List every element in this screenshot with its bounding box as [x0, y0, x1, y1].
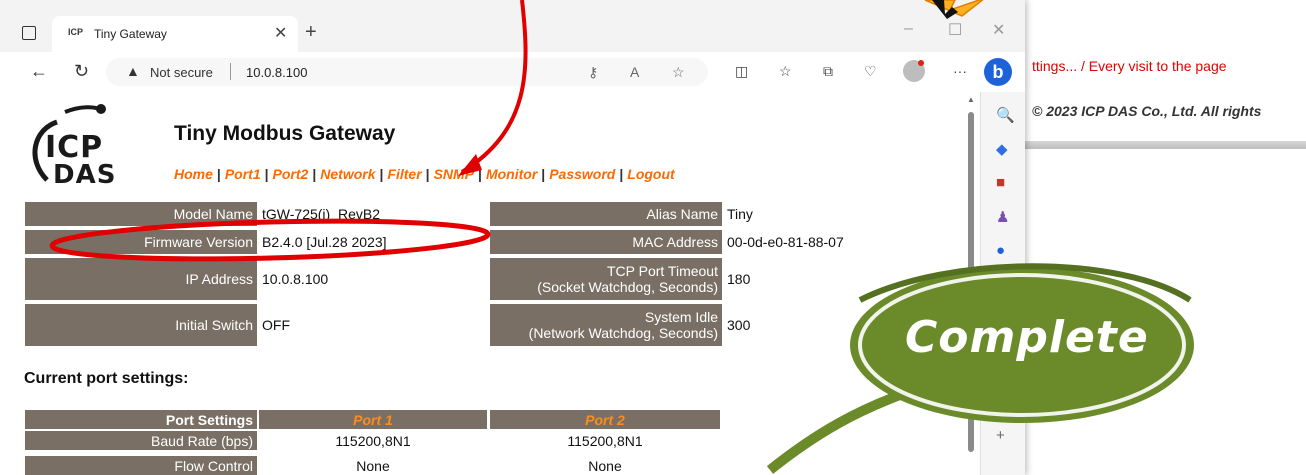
toolbar: ← ↻ ▲ Not secure 10.0.8.100 ⚷ A ☆ ◫ ☆ ⧉ …: [0, 52, 1025, 93]
tab-actions-icon[interactable]: [22, 26, 36, 40]
nav-filter[interactable]: Filter: [387, 166, 421, 182]
system-idle-label-line1: System Idle: [644, 309, 718, 325]
key-icon[interactable]: ⚷: [588, 64, 598, 81]
nav-monitor[interactable]: Monitor: [486, 166, 537, 182]
flow-control-port1: None: [259, 456, 487, 475]
icpdas-logo: ICP DAS: [25, 100, 135, 190]
scroll-thumb[interactable]: [968, 112, 974, 452]
firmware-version-value: B2.4.0 [Jul.28 2023]: [262, 234, 387, 250]
tcp-timeout-label-line1: TCP Port Timeout: [606, 263, 718, 279]
port-settings-header: Port Settings: [25, 410, 257, 429]
system-idle-value: 300: [727, 317, 751, 333]
nav-network[interactable]: Network: [320, 166, 375, 182]
model-name-value: tGW-725(i)_RevB2: [262, 206, 381, 222]
add-sidebar-icon[interactable]: +: [996, 427, 1005, 444]
more-menu-icon[interactable]: ···: [953, 63, 967, 79]
shopping-icon[interactable]: ◆: [996, 140, 1008, 158]
model-name-label: Model Name: [25, 202, 257, 226]
search-icon[interactable]: 🔍: [996, 106, 1015, 124]
browser-essentials-icon[interactable]: ♡: [864, 63, 877, 80]
read-aloud-icon[interactable]: A: [630, 64, 639, 80]
address-bar[interactable]: ▲ Not secure 10.0.8.100 ⚷ A ☆: [106, 58, 708, 86]
tab-title: Tiny Gateway: [94, 27, 167, 41]
logo-text-bottom: DAS: [53, 160, 117, 190]
nav-port2[interactable]: Port2: [273, 166, 309, 182]
collections-icon[interactable]: ⧉: [823, 63, 833, 80]
tools-icon[interactable]: ■: [996, 174, 1005, 191]
tcp-timeout-label-line2: (Socket Watchdog, Seconds): [537, 279, 718, 295]
port2-header: Port 2: [490, 410, 720, 429]
tcp-timeout-value: 180: [727, 271, 751, 287]
nav-home[interactable]: Home: [174, 166, 213, 182]
url-text[interactable]: 10.0.8.100: [246, 65, 307, 80]
initial-switch-value: OFF: [262, 317, 290, 333]
baud-rate-port2: 115200,8N1: [490, 431, 720, 450]
nav-snmp[interactable]: SNMP: [434, 166, 474, 182]
copilot-icon[interactable]: b: [984, 58, 1012, 86]
initial-switch-label: Initial Switch: [25, 304, 257, 346]
baud-rate-label: Baud Rate (bps): [25, 431, 257, 450]
flow-control-label: Flow Control: [25, 456, 257, 475]
ip-address-value: 10.0.8.100: [262, 271, 329, 287]
background-page-copyright: © 2023 ICP DAS Co., Ltd. All rights: [1032, 103, 1262, 119]
new-tab-button[interactable]: +: [305, 21, 317, 44]
not-secure-label[interactable]: Not secure: [150, 65, 213, 80]
minimize-button[interactable]: –: [904, 20, 913, 38]
nav-menu: Home | Port1 | Port2 | Network | Filter | SNMP | Mon…: [174, 166, 675, 182]
split-screen-icon[interactable]: ◫: [735, 63, 748, 80]
tcp-timeout-label: TCP Port Timeout (Socket Watchdog, Secon…: [490, 258, 722, 300]
maximize-button[interactable]: ☐: [948, 20, 962, 40]
nav-password[interactable]: Password: [549, 166, 615, 182]
browser-tab[interactable]: ICP Tiny Gateway ✕: [52, 16, 298, 52]
system-idle-label-line2: (Network Watchdog, Seconds): [528, 325, 718, 341]
title-bar: ICP Tiny Gateway ✕ + – ☐ ✕: [0, 0, 1025, 52]
complete-label: Complete: [905, 312, 1149, 363]
warning-icon[interactable]: ▲: [126, 63, 140, 79]
mac-address-value: 00-0d-e0-81-88-07: [727, 234, 844, 250]
port1-header: Port 1: [259, 410, 487, 429]
flow-control-port2: None: [490, 456, 720, 475]
nav-logout[interactable]: Logout: [627, 166, 674, 182]
alias-name-label: Alias Name: [490, 202, 722, 226]
tab-close-icon[interactable]: ✕: [274, 23, 287, 43]
microsoft-365-icon[interactable]: ●: [996, 242, 1005, 259]
scroll-up-icon[interactable]: ▲: [967, 95, 975, 104]
favicon-icon: ICP: [68, 27, 84, 37]
nav-port1[interactable]: Port1: [225, 166, 261, 182]
mac-address-label: MAC Address: [490, 230, 722, 254]
games-icon[interactable]: ♟: [996, 208, 1009, 226]
ip-address-label: IP Address: [25, 258, 257, 300]
page-scrollbar[interactable]: ▲: [966, 92, 976, 475]
system-idle-label: System Idle (Network Watchdog, Seconds): [490, 304, 722, 346]
favorite-star-icon[interactable]: ☆: [672, 64, 685, 81]
refresh-icon[interactable]: ↻: [74, 61, 89, 82]
close-window-button[interactable]: ✕: [992, 20, 1005, 40]
baud-rate-port1: 115200,8N1: [259, 431, 487, 450]
edge-sidebar: 🔍 ◆ ■ ♟ ● +: [980, 92, 1025, 475]
alias-name-value: Tiny: [727, 206, 753, 222]
address-separator: [230, 63, 231, 80]
favorites-icon[interactable]: ☆: [779, 63, 792, 80]
background-page-text: ttings... / Every visit to the page: [1032, 58, 1227, 74]
profile-badge: [918, 60, 924, 66]
background-page-divider: [1025, 141, 1306, 149]
page-title: Tiny Modbus Gateway: [174, 122, 396, 145]
firmware-version-label: Firmware Version: [25, 230, 257, 254]
back-icon[interactable]: ←: [30, 61, 48, 82]
port-settings-title: Current port settings:: [24, 370, 189, 387]
